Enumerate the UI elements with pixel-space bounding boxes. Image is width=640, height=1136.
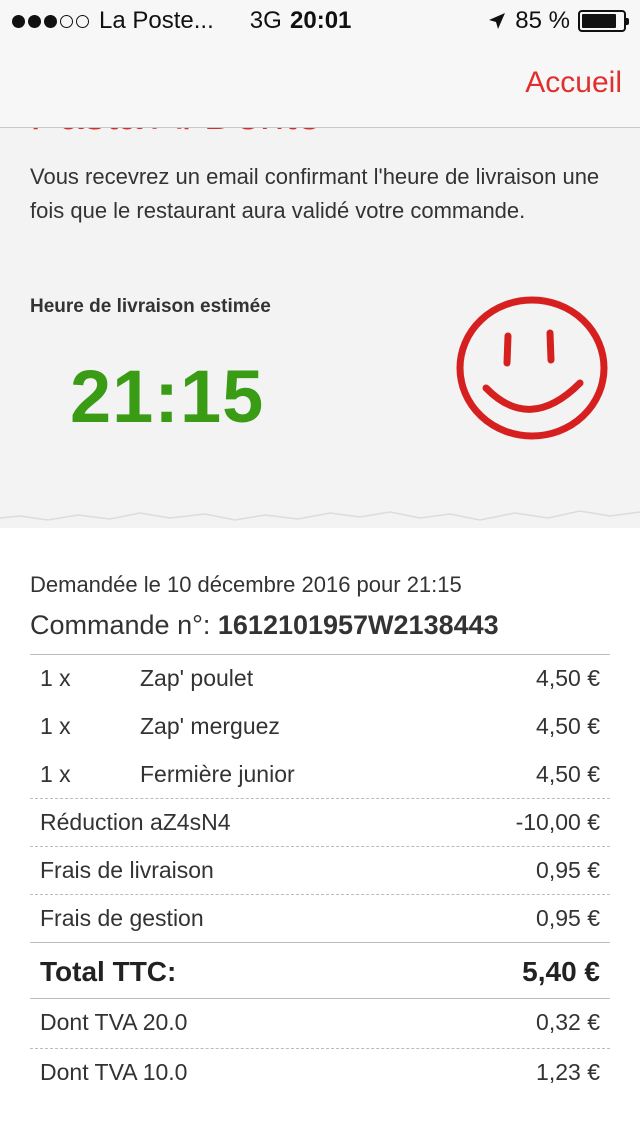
list-item: 1 x Zap' merguez 4,50 € — [30, 703, 610, 751]
delivery-fee-row: Frais de livraison 0,95 € — [30, 847, 610, 895]
status-time: 20:01 — [290, 7, 352, 34]
delivery-fee-amount: 0,95 € — [536, 857, 600, 883]
service-fee-row: Frais de gestion 0,95 € — [30, 895, 610, 943]
total-row: Total TTC: 5,40 € — [30, 943, 610, 999]
total-label: Total TTC: — [40, 956, 177, 987]
battery-percent: 85 % — [515, 7, 570, 34]
signal-strength-icon — [12, 14, 89, 28]
item-name: Zap' poulet — [140, 665, 254, 691]
total-amount: 5,40 € — [522, 956, 600, 987]
list-item: 1 x Zap' poulet 4,50 € — [30, 655, 610, 703]
vat-row: Dont TVA 20.0 0,32 € — [30, 999, 610, 1049]
location-arrow-icon — [489, 13, 506, 29]
smiley-face-icon — [456, 296, 608, 440]
item-name: Zap' merguez — [140, 713, 280, 739]
status-left: La Poste... 3G — [12, 7, 282, 35]
order-number-label: Commande n°: — [30, 610, 218, 640]
discount-amount: -10,00 € — [515, 809, 600, 835]
discount-label: Réduction aZ4sN4 — [40, 809, 231, 835]
carrier-name: La Poste... — [99, 7, 214, 34]
eta-time: 21:15 — [70, 355, 265, 438]
order-items: 1 x Zap' poulet 4,50 € 1 x Zap' merguez … — [30, 654, 610, 1099]
item-price: 4,50 € — [536, 665, 600, 691]
delivery-info-panel: Pasta Al Dente Vous recevrez un email co… — [0, 128, 640, 528]
network-type: 3G — [249, 7, 282, 34]
navigation-bar: Accueil — [0, 40, 640, 128]
eta-label: Heure de livraison estimée — [30, 296, 271, 317]
vat-row: Dont TVA 10.0 1,23 € — [30, 1049, 610, 1099]
delivery-fee-label: Frais de livraison — [40, 857, 214, 883]
torn-paper-edge — [0, 498, 640, 521]
list-item: 1 x Fermière junior 4,50 € — [30, 751, 610, 799]
vat-label: Dont TVA 20.0 — [40, 1009, 188, 1035]
vat-amount: 1,23 € — [536, 1059, 600, 1085]
home-button[interactable]: Accueil — [525, 66, 622, 100]
requested-date: Demandée le 10 décembre 2016 pour 21:15 — [30, 572, 462, 597]
order-receipt: Demandée le 10 décembre 2016 pour 21:15 … — [30, 572, 610, 1099]
status-bar: La Poste... 3G 20:01 85 % — [0, 0, 640, 40]
item-quantity: 1 x — [40, 713, 71, 739]
item-price: 4,50 € — [536, 713, 600, 739]
status-right: 85 % — [487, 7, 629, 35]
restaurant-name: Pasta Al Dente — [30, 128, 321, 140]
item-price: 4,50 € — [536, 761, 600, 787]
order-number-line: Commande n°: 1612101957W2138443 — [30, 608, 610, 654]
discount-row: Réduction aZ4sN4 -10,00 € — [30, 799, 610, 847]
item-name: Fermière junior — [140, 761, 295, 787]
item-quantity: 1 x — [40, 761, 71, 787]
vat-amount: 0,32 € — [536, 1009, 600, 1035]
confirmation-message: Vous recevrez un email confirmant l'heur… — [30, 164, 600, 223]
service-fee-amount: 0,95 € — [536, 905, 600, 931]
order-number: 1612101957W2138443 — [217, 610, 499, 640]
battery-icon — [578, 10, 629, 32]
item-quantity: 1 x — [40, 665, 71, 691]
service-fee-label: Frais de gestion — [40, 905, 204, 931]
vat-label: Dont TVA 10.0 — [40, 1059, 188, 1085]
